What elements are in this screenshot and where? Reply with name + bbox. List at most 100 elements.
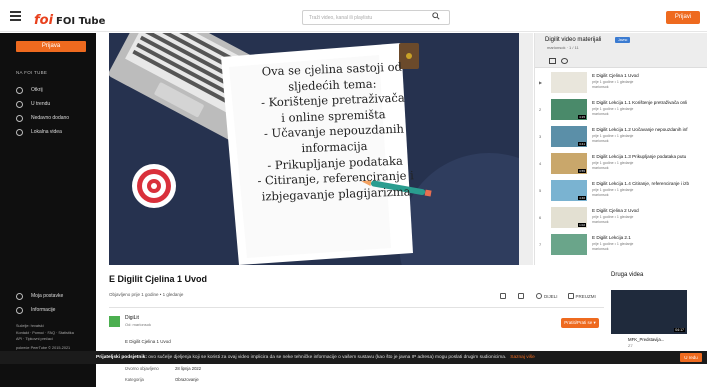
login-button[interactable]: Prijavi (666, 11, 700, 24)
search-placeholder: Traži video, kanal ili playlistu (309, 15, 373, 21)
playlist-item-number: 7 (539, 242, 542, 247)
playlist-meta: marionsok · 1 / 11 (547, 45, 579, 50)
sidebar-item-info[interactable]: Informacije (16, 305, 55, 315)
playlist-item-title: E Digilit Lekcija 1.1 Korištenje pretraž… (592, 100, 688, 105)
plus-icon (16, 114, 23, 122)
download-button[interactable]: PREUZMI (567, 293, 596, 299)
search-input[interactable]: Traži video, kanal ili playlistu (302, 10, 450, 25)
share-label: DIJELI (544, 293, 558, 299)
video-title: E Digilit Cjelina 1 Uvod (109, 274, 208, 284)
playlist-item-thumbnail: 1:02 (551, 207, 587, 228)
like-button[interactable] (500, 293, 508, 299)
playlist-item-meta: prije 1 godine • 1 gledanje (592, 134, 634, 138)
playlist-item-meta: prije 1 godine • 1 gledanje (592, 80, 634, 84)
playlist-item-thumbnail: 3:41 (551, 126, 587, 147)
related-videos-title: Druga videa (611, 272, 644, 278)
detail-row-category: Kategorija Obrazovanje (125, 377, 199, 382)
playlist-item-title: E Digilit Lekcija 1.3 Prikupljanje podat… (592, 154, 687, 159)
playlist-item-thumbnail: 4:40 (551, 180, 587, 201)
video-actions: DIJELI PREUZMI (500, 293, 606, 299)
sidebar-login-button[interactable]: Prijava (16, 41, 86, 52)
playlist-panel: Digilit video materijali Javno marionsok… (534, 33, 707, 265)
playlist-item-meta: prije 1 godine • 1 gledanje (592, 188, 634, 192)
trending-icon (16, 100, 23, 108)
autoplay-icon[interactable] (549, 58, 556, 64)
playlist-item-channel: marionsok (592, 193, 609, 197)
playlist-item[interactable]: 6 1:02 E Digilit Cjelina 2 Uvod prije 1 … (535, 205, 707, 231)
cookie-banner: Prijateljski podsjetnik: ovo sučelje dje… (0, 351, 707, 364)
duration-badge: 3:41 (578, 142, 586, 146)
sidebar-item-settings[interactable]: Moja postavke (16, 291, 63, 301)
duration-badge: 4:15 (578, 115, 586, 119)
detail-value[interactable]: Obrazovanje (175, 377, 199, 382)
playlist-item-channel: marionsok (592, 112, 609, 116)
thumbs-down-icon (518, 293, 524, 299)
playlist-item[interactable]: 4 3:55 E Digilit Lekcija 1.3 Prikupljanj… (535, 151, 707, 177)
sidebar-item-trending[interactable]: U trendu (16, 99, 50, 109)
search-icon[interactable] (432, 12, 440, 20)
playlist-item-meta: prije 1 godine • 1 gledanje (592, 161, 634, 165)
playlist-item[interactable]: 3 3:41 E Digilit Lekcija 1.2 Uočavanje n… (535, 124, 707, 150)
playlist-item-number: 4 (539, 161, 542, 166)
channel-owner[interactable]: Od: marionsok (125, 322, 151, 327)
footer-api[interactable]: API · Tipkovni prečaci (16, 336, 53, 342)
playlist-item[interactable]: 2 4:15 E Digilit Lekcija 1.1 Korištenje … (535, 97, 707, 123)
sidebar: Prijava NA FOI TUBE Otkrij U trendu Neda… (0, 33, 96, 387)
playlist-item[interactable]: 5 4:40 E Digilit Lekcija 1.4 Citiranje, … (535, 178, 707, 204)
playlist-header: Digilit video materijali Javno marionsok… (535, 33, 707, 68)
playlist-item-thumbnail (551, 234, 587, 255)
logo-text: FOI Tube (56, 16, 106, 27)
playlist-item-meta: prije 1 godine • 1 gledanje (592, 242, 634, 246)
playlist-item-title: E Digilit Lekcija 1.4 Citiranje, referen… (592, 181, 690, 186)
cookie-accept-button[interactable]: U redu (680, 353, 702, 362)
playlist-item-title: E Digilit Lekcija 1.2 Uočavanje nepouzda… (592, 127, 688, 132)
sidebar-item-label: Nedavno dodano (31, 115, 70, 121)
avatar[interactable] (109, 316, 120, 327)
playlist-item[interactable]: 7 E Digilit Lekcija 2.1 prije 1 godine •… (535, 232, 707, 258)
cookie-lead: Prijateljski podsjetnik: (96, 355, 147, 360)
download-label: PREUZMI (575, 293, 596, 299)
playlist-item-number: 5 (539, 188, 542, 193)
sidebar-item-recently-added[interactable]: Nedavno dodano (16, 113, 69, 123)
next-panel[interactable] (519, 33, 533, 265)
thumbs-up-icon (500, 293, 506, 299)
related-video-title[interactable]: MFK_Predstavija... (628, 337, 664, 342)
channel-name[interactable]: DigiLit (125, 315, 139, 321)
playlist-item-channel: marionsok (592, 220, 609, 224)
playlist-item-meta: prije 1 godine • 1 gledanje (592, 107, 634, 111)
share-button[interactable]: DIJELI (536, 293, 558, 299)
logo[interactable]: foi FOI Tube (34, 9, 105, 28)
subscribe-button[interactable]: Pratiti/Prati se ▾ (561, 318, 599, 328)
privacy-badge: Javno (615, 37, 631, 43)
related-video-thumbnail[interactable]: 04:17 (611, 290, 687, 334)
related-video-meta: Z7 (628, 343, 633, 348)
sidebar-item-discover[interactable]: Otkrij (16, 85, 43, 95)
divider (109, 307, 604, 308)
settings-icon (16, 292, 23, 300)
playlist-item[interactable]: ▶ E Digilit Cjelina 1 Uvod prije 1 godin… (535, 70, 707, 96)
info-icon (16, 306, 23, 314)
playlist-item-number: ▶ (539, 80, 543, 85)
video-meta: Objavljeno prije 1 godine • 1 gledanje (109, 292, 184, 297)
repeat-icon[interactable] (561, 58, 568, 64)
playlist-item-channel: marionsok (592, 247, 609, 251)
logo-mark: foi (34, 13, 54, 28)
discover-icon (16, 86, 23, 94)
sidebar-item-label: Informacije (31, 307, 56, 313)
detail-key: Izvorno objavljeno (125, 366, 159, 371)
menu-icon[interactable] (10, 11, 21, 21)
duration-badge: 4:40 (578, 196, 586, 200)
sidebar-item-local-videos[interactable]: Lokalna videa (16, 127, 62, 137)
playlist-item-meta: prije 1 godine • 1 gledanje (592, 215, 634, 219)
footer-language[interactable]: Sučelje: hrvatski (16, 323, 44, 329)
download-icon (567, 293, 574, 299)
cookie-text: ovo sučelje djeljenja koji se koristi za… (146, 355, 507, 360)
share-icon (536, 293, 542, 299)
learn-more-link[interactable]: Saznaj više (510, 355, 535, 360)
playlist-title[interactable]: Digilit video materijali (545, 37, 601, 43)
dislike-button[interactable] (518, 293, 526, 299)
playlist-item-title: E Digilit Cjelina 1 Uvod (592, 73, 639, 78)
playlist-item-channel: marionsok (592, 166, 609, 170)
detail-value: 28 lipnja 2022 (175, 366, 202, 371)
duration-badge: 04:17 (674, 328, 685, 332)
